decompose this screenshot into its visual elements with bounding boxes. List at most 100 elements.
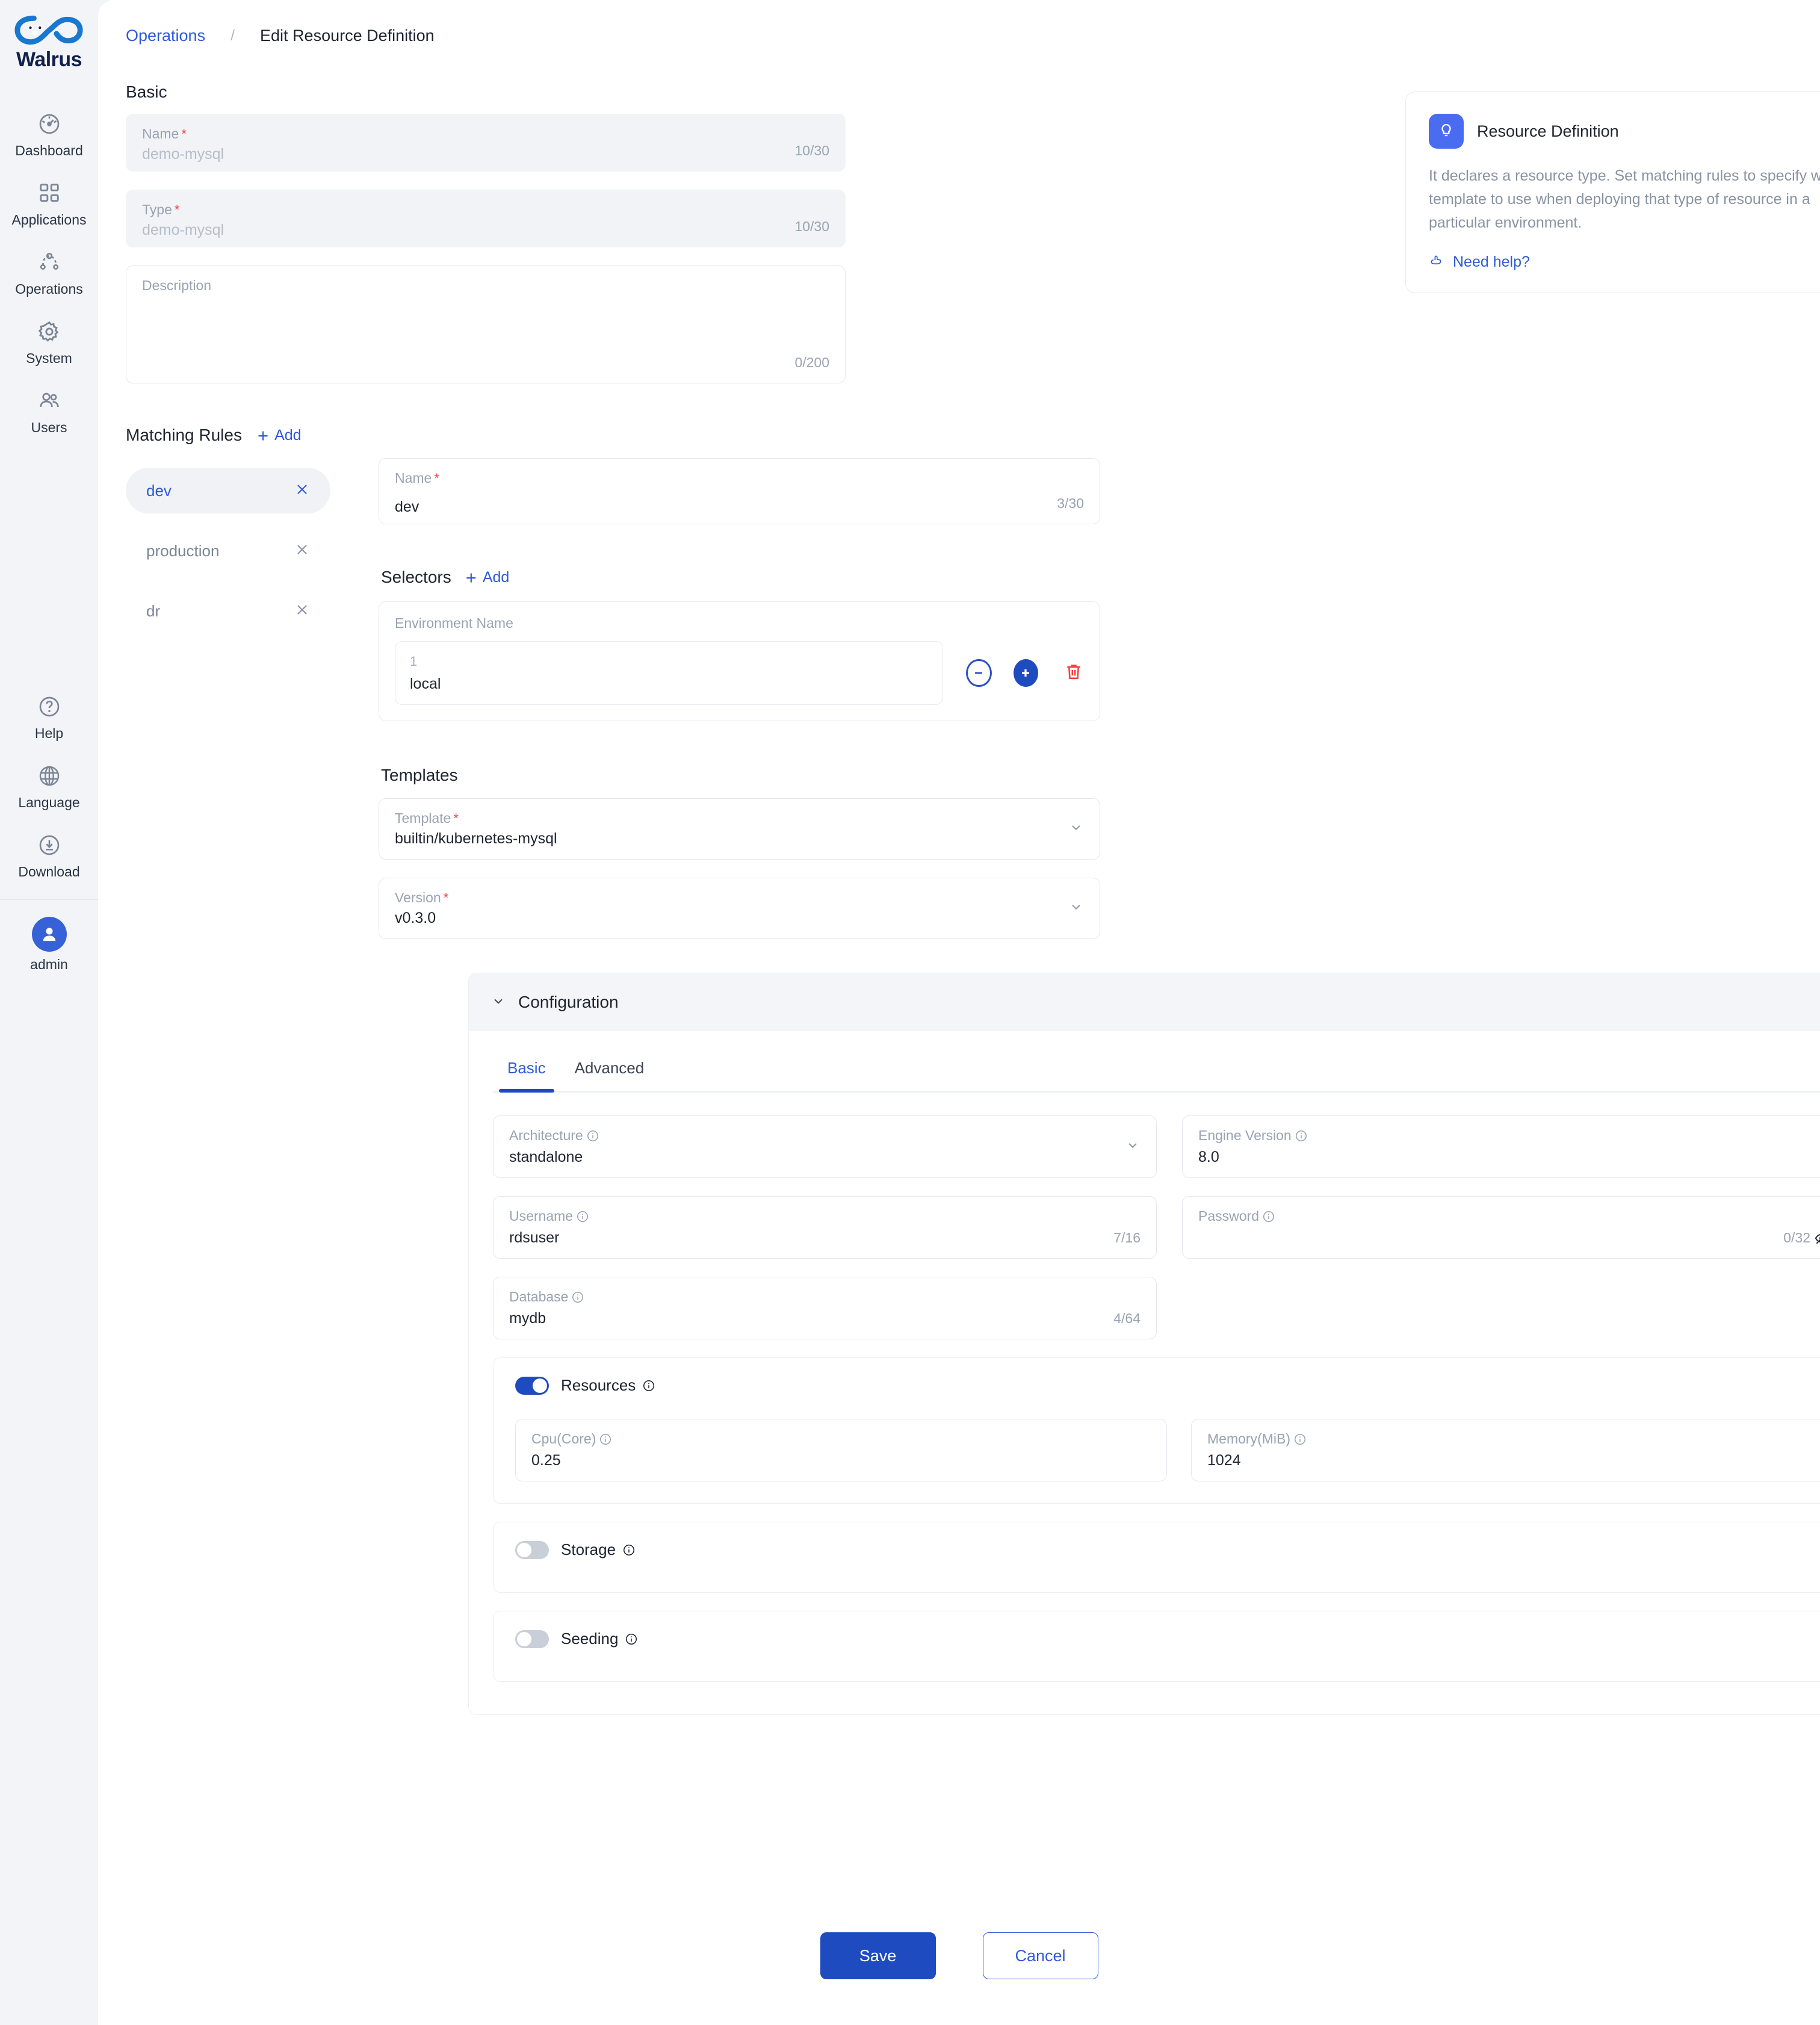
user-avatar-icon <box>31 917 67 952</box>
form-footer: Save Cancel <box>98 1932 1820 1979</box>
question-circle-icon <box>36 693 63 721</box>
rule-name-field[interactable]: Name * dev 3/30 <box>379 458 1100 524</box>
eye-off-icon[interactable] <box>1814 1230 1820 1246</box>
name-field-counter: 10/30 <box>794 143 829 158</box>
storage-label-row: Storage <box>561 1540 636 1559</box>
save-button[interactable]: Save <box>820 1932 936 1979</box>
trash-icon[interactable] <box>1063 662 1084 685</box>
architecture-select[interactable]: Architecture standalone <box>493 1115 1157 1178</box>
database-label-row: Database <box>509 1289 1141 1304</box>
description-field[interactable]: Description 0/200 <box>126 265 846 383</box>
toggle-knob <box>517 1631 531 1646</box>
engine-version-field[interactable]: Engine Version 8.0 <box>1182 1115 1820 1178</box>
close-x-icon[interactable] <box>294 542 310 560</box>
sidebar-item-system[interactable]: System <box>0 306 98 375</box>
plus-icon: + <box>465 566 477 588</box>
breadcrumb-separator: / <box>231 27 235 44</box>
version-label-row: Version * <box>395 890 1084 905</box>
sidebar-item-language[interactable]: Language <box>0 750 98 819</box>
add-selector-button[interactable]: + Add <box>466 568 510 587</box>
info-circle-icon[interactable] <box>622 1543 636 1557</box>
sidebar-item-label: Operations <box>15 281 83 297</box>
chevron-down-icon <box>491 993 506 1012</box>
version-select[interactable]: Version * v0.3.0 <box>379 878 1100 939</box>
tab-basic[interactable]: Basic <box>493 1059 560 1093</box>
info-circle-icon[interactable] <box>586 1129 600 1143</box>
templates-title: Templates <box>381 766 458 784</box>
sidebar-item-dashboard[interactable]: Dashboard <box>0 98 98 167</box>
database-label: Database <box>509 1289 569 1304</box>
users-icon <box>36 387 63 415</box>
info-circle-icon[interactable] <box>575 1209 590 1224</box>
sidebar-item-operations[interactable]: Operations <box>0 237 98 306</box>
toggle-knob <box>517 1542 531 1557</box>
info-circle-icon[interactable] <box>571 1290 585 1304</box>
add-matching-rule-button[interactable]: + Add <box>258 426 302 445</box>
architecture-label-row: Architecture <box>509 1127 1141 1143</box>
username-label-row: Username <box>509 1208 1141 1224</box>
version-label: Version <box>395 890 441 905</box>
close-x-icon[interactable] <box>294 602 310 621</box>
selector-value-input[interactable]: 1 local <box>395 641 944 705</box>
info-circle-icon[interactable] <box>1261 1209 1276 1224</box>
seeding-toggle[interactable] <box>515 1630 549 1648</box>
matching-rule-item-dr[interactable]: dr <box>126 588 330 634</box>
brand-logo[interactable]: Walrus <box>14 13 85 72</box>
cancel-button[interactable]: Cancel <box>982 1932 1098 1979</box>
storage-toggle[interactable] <box>515 1540 549 1559</box>
info-circle-icon[interactable] <box>598 1432 613 1447</box>
storage-toggle-row: Storage <box>515 1540 1820 1559</box>
info-circle-icon[interactable] <box>624 1632 639 1646</box>
password-field[interactable]: Password 0/32 <box>1182 1196 1820 1259</box>
minus-circle-icon[interactable] <box>966 659 992 687</box>
database-field[interactable]: Database mydb 4/64 <box>493 1277 1157 1339</box>
matching-rule-detail-inner: Name * dev 3/30 Selectors + Add Environm… <box>379 458 1100 939</box>
nodes-graph-icon <box>36 249 63 276</box>
info-circle-icon[interactable] <box>1293 1432 1307 1447</box>
matching-rule-item-dev[interactable]: dev <box>126 468 330 513</box>
lightbulb-icon <box>1429 114 1464 149</box>
sidebar-item-account[interactable]: admin <box>0 905 98 981</box>
name-field[interactable]: Name * demo-mysql 10/30 <box>126 114 846 172</box>
template-select[interactable]: Template * builtin/kubernetes-mysql <box>379 798 1100 860</box>
need-help-link[interactable]: Need help? <box>1429 252 1820 272</box>
dashboard-gauge-icon <box>36 110 63 138</box>
matching-rules-body: dev production dr Name * dev 3/30 Select… <box>98 458 1820 939</box>
sidebar-item-applications[interactable]: Applications <box>0 167 98 237</box>
info-card-title: Resource Definition <box>1477 122 1619 140</box>
memory-field[interactable]: Memory(MiB) 1024 <box>1191 1419 1820 1481</box>
cpu-core-field[interactable]: Cpu(Core) 0.25 <box>515 1419 1167 1481</box>
sidebar-item-download[interactable]: Download <box>0 819 98 888</box>
type-field[interactable]: Type * demo-mysql 10/30 <box>126 190 846 247</box>
info-card-body: It declares a resource type. Set matchin… <box>1429 167 1820 231</box>
toggle-knob <box>533 1378 547 1393</box>
plus-circle-icon[interactable] <box>1013 659 1038 687</box>
sidebar-item-help[interactable]: Help <box>0 681 98 750</box>
matching-rule-item-production[interactable]: production <box>126 528 330 574</box>
resources-section: Resources Cpu(Core) 0.25 Memory(MiB) 102… <box>493 1357 1820 1504</box>
username-field[interactable]: Username rdsuser 7/16 <box>493 1196 1157 1259</box>
sidebar-item-label: System <box>26 350 72 366</box>
sidebar-item-users[interactable]: Users <box>0 375 98 444</box>
engine-version-value: 8.0 <box>1198 1149 1219 1166</box>
sidebar-divider <box>0 899 98 900</box>
sidebar-account-label: admin <box>30 957 68 972</box>
main-content: Operations / Edit Resource Definition Re… <box>98 0 1820 2025</box>
resources-label-row: Resources <box>561 1376 656 1395</box>
close-x-icon[interactable] <box>294 482 310 500</box>
configuration-header[interactable]: Configuration <box>469 973 1820 1031</box>
selector-group-card: Environment Name 1 local <box>379 601 1100 721</box>
download-circle-icon <box>36 831 63 859</box>
tab-advanced[interactable]: Advanced <box>560 1059 659 1091</box>
selector-row-value: local <box>410 675 441 692</box>
info-circle-icon[interactable] <box>642 1378 656 1393</box>
info-circle-icon[interactable] <box>1294 1129 1308 1143</box>
sidebar-item-label: Download <box>18 864 80 879</box>
rule-name-value: dev <box>395 498 419 516</box>
breadcrumb: Operations / Edit Resource Definition <box>98 0 1820 45</box>
resources-toggle[interactable] <box>515 1376 549 1395</box>
type-field-label-row: Type * <box>142 202 829 217</box>
selector-group-label: Environment Name <box>395 615 513 631</box>
required-asterisk: * <box>453 810 459 826</box>
breadcrumb-parent-link[interactable]: Operations <box>126 26 205 45</box>
